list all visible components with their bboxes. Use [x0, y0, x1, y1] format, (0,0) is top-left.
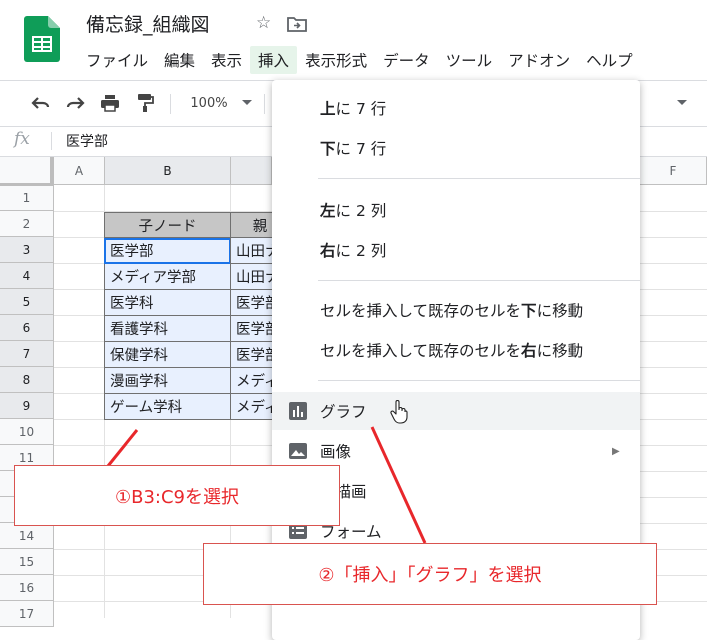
zoom-dropdown[interactable]: 100%: [182, 88, 260, 118]
annotation-callout-1: ①B3:C9を選択: [14, 465, 340, 526]
column-header-c[interactable]: [231, 157, 272, 185]
toolbar-separator: [170, 94, 171, 114]
chevron-down-icon: [677, 100, 687, 105]
insert-rows-above[interactable]: 上に 7 行: [272, 89, 640, 127]
menu-text: に 7 行: [335, 100, 387, 118]
menu-bar: ファイル 編集 表示 挿入 表示形式 データ ツール アドオン ヘルプ: [86, 46, 641, 74]
row-header-1[interactable]: 1: [0, 185, 54, 211]
row-header-17[interactable]: 17: [0, 601, 54, 627]
table-cell[interactable]: 看護学科: [104, 316, 231, 342]
row-header-14[interactable]: 14: [0, 523, 54, 549]
document-title[interactable]: 備忘録_組織図: [86, 10, 210, 37]
menu-text: セルを挿入して既存のセルを: [320, 342, 522, 360]
menu-file[interactable]: ファイル: [86, 46, 156, 74]
table-header-child[interactable]: 子ノード: [104, 212, 231, 238]
insert-cols-right[interactable]: 右に 2 列: [272, 231, 640, 269]
menu-separator: [318, 380, 640, 381]
menu-text: 画像: [320, 443, 352, 461]
menu-text-bold: 右: [521, 342, 537, 360]
table-cell[interactable]: 保健学科: [104, 342, 231, 368]
insert-rows-below[interactable]: 下に 7 行: [272, 129, 640, 167]
menu-text: グラフ: [320, 403, 367, 421]
freeze-handle-row[interactable]: [0, 183, 54, 186]
redo-icon[interactable]: [62, 88, 88, 118]
undo-icon[interactable]: [28, 88, 54, 118]
insert-cells-shift-right[interactable]: セルを挿入して既存のセルを右に移動: [272, 331, 640, 369]
menu-text: に 7 行: [335, 140, 387, 158]
column-header-f[interactable]: F: [640, 157, 707, 185]
menu-text: に移動: [536, 302, 584, 320]
menu-view[interactable]: 表示: [203, 46, 250, 74]
freeze-handle-column[interactable]: [50, 157, 54, 185]
row-header-9[interactable]: 9: [0, 393, 54, 419]
table-cell[interactable]: 漫画学科: [104, 368, 231, 394]
insert-cols-left[interactable]: 左に 2 列: [272, 191, 640, 229]
column-header-b[interactable]: B: [105, 157, 231, 185]
menu-separator: [318, 280, 640, 281]
fx-icon: fx: [14, 129, 30, 149]
chevron-down-icon: [241, 100, 252, 105]
menu-text: セルを挿入して既存のセルを: [320, 302, 522, 320]
menu-text-bold: 左: [320, 202, 336, 220]
row-header-2[interactable]: 2: [0, 211, 54, 237]
row-header-7[interactable]: 7: [0, 341, 54, 367]
paint-format-icon[interactable]: [132, 88, 158, 118]
menu-insert[interactable]: 挿入: [250, 46, 298, 74]
table-cell[interactable]: メディア学部: [104, 264, 231, 290]
menu-text: に移動: [536, 342, 584, 360]
menu-text: に 2 列: [335, 242, 387, 260]
menu-text-bold: 右: [320, 242, 336, 260]
formula-input[interactable]: 医学部: [66, 131, 108, 151]
menu-text-bold: 下: [521, 302, 537, 320]
zoom-value: 100%: [190, 95, 228, 111]
row-header-5[interactable]: 5: [0, 289, 54, 315]
row-header-8[interactable]: 8: [0, 367, 54, 393]
menu-separator: [318, 178, 640, 179]
row-header-3[interactable]: 3: [0, 237, 54, 263]
menu-help[interactable]: ヘルプ: [578, 46, 641, 74]
table-cell[interactable]: 医学部: [104, 238, 231, 264]
menu-text: に 2 列: [335, 202, 387, 220]
font-size-dropdown[interactable]: [672, 88, 692, 118]
print-icon[interactable]: [97, 88, 123, 118]
move-folder-icon[interactable]: [287, 16, 307, 32]
menu-addons[interactable]: アドオン: [500, 46, 578, 74]
menu-data[interactable]: データ: [375, 46, 438, 74]
submenu-arrow-icon: ▶: [612, 445, 620, 457]
menu-tools[interactable]: ツール: [438, 46, 501, 74]
row-header-6[interactable]: 6: [0, 315, 54, 341]
menu-format[interactable]: 表示形式: [297, 46, 375, 74]
menu-text-bold: 下: [320, 140, 336, 158]
hand-cursor-icon: [390, 400, 408, 424]
menu-edit[interactable]: 編集: [156, 46, 203, 74]
table-cell[interactable]: ゲーム学科: [104, 394, 231, 420]
table-cell[interactable]: 医学科: [104, 290, 231, 316]
menu-text-bold: 上: [320, 100, 336, 118]
annotation-callout-2: ②「挿入」「グラフ」を選択: [203, 543, 657, 605]
column-header-a[interactable]: A: [54, 157, 105, 185]
insert-cells-shift-down[interactable]: セルを挿入して既存のセルを下に移動: [272, 291, 640, 329]
chart-icon: [289, 402, 307, 420]
formula-separator: [51, 132, 52, 150]
row-header-15[interactable]: 15: [0, 549, 54, 575]
row-header-4[interactable]: 4: [0, 263, 54, 289]
image-icon: [289, 443, 307, 459]
insert-chart[interactable]: グラフ: [272, 392, 640, 430]
sheets-logo-icon[interactable]: [24, 16, 60, 62]
row-header-16[interactable]: 16: [0, 575, 54, 601]
toolbar-separator: [264, 94, 265, 114]
select-all-corner[interactable]: [0, 157, 54, 185]
star-icon[interactable]: ☆: [256, 13, 271, 33]
row-header-10[interactable]: 10: [0, 419, 54, 445]
